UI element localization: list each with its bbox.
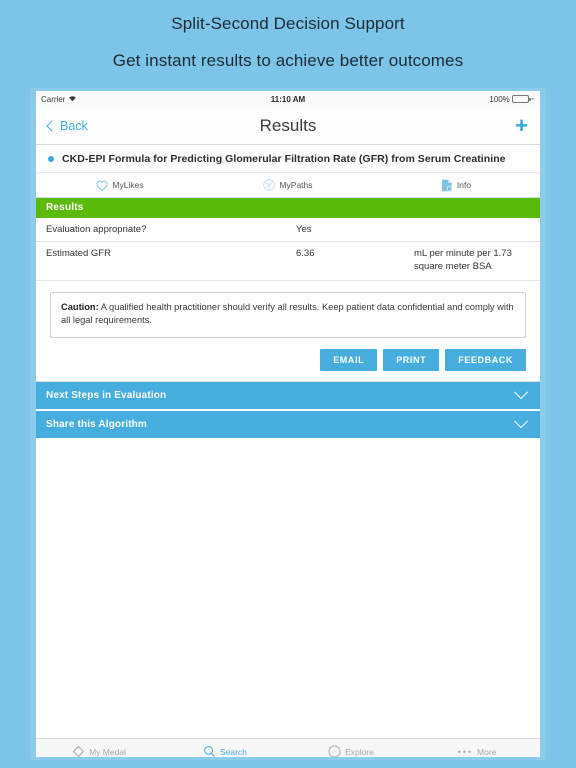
chevron-down-icon: [513, 385, 529, 400]
page-title: Results: [259, 115, 317, 135]
navigation-bar: Back Results +: [36, 107, 540, 145]
email-button[interactable]: EMAIL: [320, 348, 378, 371]
promo-subheadline: Get instant results to achieve better ou…: [112, 51, 464, 70]
diamond-icon: [72, 745, 85, 757]
status-bar: Carrier 11:10 AM 100% ⌁: [36, 91, 540, 107]
accordion-next-steps[interactable]: Next Steps in Evaluation: [36, 381, 540, 411]
bullet-dot-icon: [48, 156, 54, 162]
tab-search[interactable]: Search: [162, 745, 288, 757]
result-value: 6.36: [296, 248, 315, 259]
table-row: Evaluation appropriate? Yes: [36, 218, 540, 242]
accordion-next-steps-label: Next Steps in Evaluation: [46, 389, 167, 401]
paths-icon: [263, 179, 276, 191]
print-button[interactable]: PRINT: [383, 348, 440, 371]
tab-more[interactable]: ••• More: [414, 747, 540, 757]
tab-explore[interactable]: Explore: [288, 745, 414, 757]
caution-wrapper: Caution: A qualified health practitioner…: [36, 280, 540, 338]
result-units: [414, 224, 530, 235]
device-frame: Carrier 11:10 AM 100% ⌁ Back Results + C…: [30, 88, 546, 760]
back-button[interactable]: Back: [46, 118, 88, 133]
mylikes-label: MyLikes: [112, 180, 144, 190]
promo-heading-block: Split-Second Decision Support Get instan…: [0, 0, 576, 71]
algorithm-title: CKD-EPI Formula for Predicting Glomerula…: [62, 153, 506, 165]
chevron-left-icon: [46, 119, 58, 132]
promo-headline: Split-Second Decision Support: [171, 14, 405, 33]
battery-percent-label: 100%: [489, 94, 510, 104]
results-table: Evaluation appropriate? Yes Estimated GF…: [36, 218, 540, 281]
charging-icon: ⌁: [530, 96, 535, 103]
result-label: Estimated GFR: [46, 248, 111, 259]
battery-icon: [511, 95, 531, 103]
result-units: mL per minute per 1.73 square meter BSA: [414, 248, 512, 272]
search-icon: [203, 745, 216, 757]
info-button[interactable]: Info: [372, 179, 540, 192]
tab-more-label: More: [477, 747, 497, 757]
result-label: Evaluation appropriate?: [46, 224, 147, 235]
tab-my-medal[interactable]: My Medal: [36, 745, 162, 757]
info-document-icon: [441, 179, 453, 192]
feedback-button[interactable]: FEEDBACK: [445, 348, 526, 371]
device-screen: Carrier 11:10 AM 100% ⌁ Back Results + C…: [36, 91, 540, 757]
action-button-row: EMAIL PRINT FEEDBACK: [36, 337, 540, 382]
result-value: Yes: [296, 224, 312, 235]
heart-icon: [96, 180, 108, 191]
tab-search-label: Search: [220, 747, 247, 757]
status-bar-right: 100% ⌁: [489, 95, 535, 104]
chevron-down-icon: [513, 414, 529, 429]
tab-explore-label: Explore: [345, 747, 374, 757]
table-row: Estimated GFR 6.36 mL per minute per 1.7…: [36, 242, 540, 281]
action-row: MyLikes MyPaths Info: [36, 173, 540, 198]
mylikes-button[interactable]: MyLikes: [36, 180, 204, 191]
back-button-label: Back: [60, 118, 88, 133]
add-button[interactable]: +: [515, 114, 528, 137]
status-bar-time: 11:10 AM: [270, 94, 306, 104]
accordion-share-algorithm-label: Share this Algorithm: [46, 418, 147, 430]
caution-box: Caution: A qualified health practitioner…: [50, 291, 526, 338]
caution-prefix: Caution:: [61, 301, 99, 312]
caution-text: A qualified health practitioner should v…: [61, 301, 514, 326]
accordion-share-algorithm[interactable]: Share this Algorithm: [36, 410, 540, 440]
tab-my-medal-label: My Medal: [89, 747, 126, 757]
compass-icon: [328, 745, 341, 757]
algorithm-title-row: CKD-EPI Formula for Predicting Glomerula…: [36, 145, 540, 173]
mypaths-button[interactable]: MyPaths: [204, 179, 372, 191]
content-blank-area: [36, 439, 540, 738]
ellipsis-icon: •••: [457, 746, 474, 757]
tab-bar: My Medal Search Explore ••• More: [36, 737, 540, 757]
mypaths-label: MyPaths: [279, 180, 313, 190]
results-section-header: Results: [36, 198, 540, 218]
info-label: Info: [456, 180, 472, 190]
